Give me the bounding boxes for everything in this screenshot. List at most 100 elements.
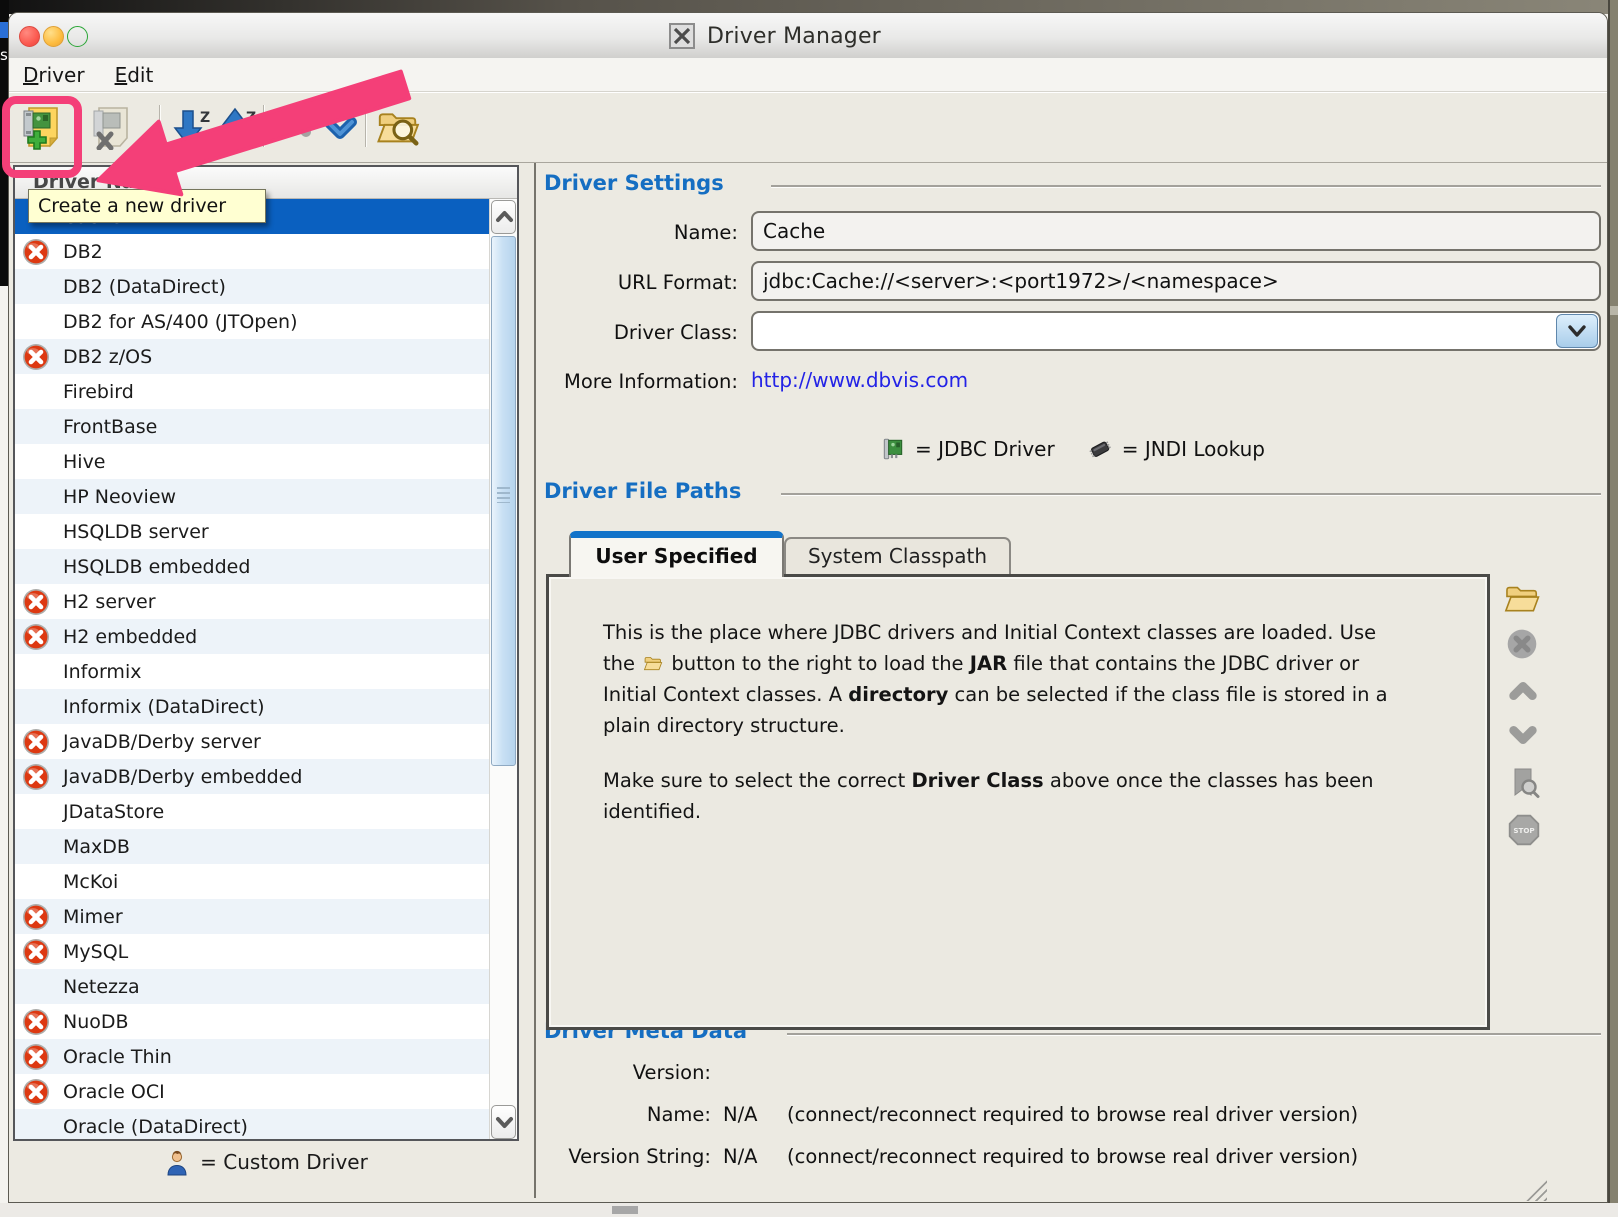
- name-field[interactable]: [751, 211, 1601, 251]
- driver-list-rows: CacheDB2DB2 (DataDirect)DB2 for AS/400 (…: [15, 199, 490, 1139]
- driver-name-label: JavaDB/Derby embedded: [63, 766, 303, 788]
- jndi-lookup-icon: [1087, 436, 1113, 462]
- driver-list-item[interactable]: Firebird: [15, 374, 490, 409]
- menu-edit[interactable]: Edit: [109, 63, 160, 87]
- svg-text:Z: Z: [200, 110, 210, 126]
- resize-grip[interactable]: [1521, 1175, 1547, 1201]
- driver-list-item[interactable]: Hive: [15, 444, 490, 479]
- name-label: Name:: [488, 221, 738, 244]
- driver-list-item[interactable]: JavaDB/Derby embedded: [15, 759, 490, 794]
- driver-list-item[interactable]: HSQLDB embedded: [15, 549, 490, 584]
- tab-user-specified[interactable]: User Specified: [569, 531, 784, 577]
- driver-list-item[interactable]: Informix: [15, 654, 490, 689]
- driver-error-icon: [22, 343, 52, 371]
- background-scroll-notch: [1610, 306, 1618, 315]
- driver-name-label: MaxDB: [63, 836, 130, 858]
- driver-list-item[interactable]: FrontBase: [15, 409, 490, 444]
- driver-error-icon: [22, 1078, 52, 1106]
- driver-list-item[interactable]: NuoDB: [15, 1004, 490, 1039]
- zoom-window-button[interactable]: [67, 26, 88, 47]
- driver-name-label: Oracle Thin: [63, 1046, 172, 1068]
- scroll-thumb[interactable]: [491, 236, 516, 766]
- jdbc-legend-text: = JDBC Driver: [915, 437, 1055, 461]
- url-format-field[interactable]: [751, 261, 1601, 301]
- driver-list: Driver Name CacheDB2DB2 (DataDirect)DB2 …: [13, 165, 519, 1141]
- panel-divider[interactable]: [534, 163, 536, 1198]
- find-driver-files-button[interactable]: [375, 104, 421, 150]
- driver-name-label: JavaDB/Derby server: [63, 731, 261, 753]
- driver-list-item[interactable]: DB2 for AS/400 (JTOpen): [15, 304, 490, 339]
- x11-app-icon: [669, 23, 695, 49]
- driver-settings-header: Driver Settings: [544, 171, 724, 195]
- minimize-window-button[interactable]: [43, 26, 64, 47]
- jdbc-driver-icon: [880, 436, 906, 462]
- window-title: Driver Manager: [707, 24, 881, 49]
- driver-icon-slot: [22, 273, 52, 301]
- driver-meta-data-rule: [787, 1033, 1601, 1035]
- driver-error-icon: [22, 588, 52, 616]
- driver-list-item[interactable]: HP Neoview: [15, 479, 490, 514]
- svg-text:A: A: [246, 134, 257, 150]
- meta-name-note: (connect/reconnect required to browse re…: [787, 1103, 1358, 1126]
- driver-error-icon: [22, 1043, 52, 1071]
- remove-driver-button[interactable]: [87, 104, 133, 150]
- driver-list-item[interactable]: HSQLDB server: [15, 514, 490, 549]
- driver-list-item[interactable]: DB2 (DataDirect): [15, 269, 490, 304]
- driver-list-item[interactable]: Oracle (DataDirect): [15, 1109, 490, 1139]
- driver-name-label: H2 server: [63, 591, 156, 613]
- sort-descending-button[interactable]: Z: [167, 104, 213, 150]
- annotation-highlight-box: [2, 96, 82, 178]
- driver-list-item[interactable]: H2 server: [15, 584, 490, 619]
- driver-name-label: Informix: [63, 661, 141, 683]
- driver-list-item[interactable]: H2 embedded: [15, 619, 490, 654]
- driver-icon-slot: [22, 483, 52, 511]
- custom-driver-person-icon: [164, 1149, 190, 1176]
- driver-list-item[interactable]: DB2 z/OS: [15, 339, 490, 374]
- driver-error-icon: [22, 728, 52, 756]
- driver-list-item[interactable]: Informix (DataDirect): [15, 689, 490, 724]
- driver-list-item[interactable]: MaxDB: [15, 829, 490, 864]
- driver-list-item[interactable]: Oracle Thin: [15, 1039, 490, 1074]
- close-window-button[interactable]: [19, 26, 40, 47]
- driver-icon-slot: [22, 973, 52, 1001]
- driver-list-item[interactable]: Netezza: [15, 969, 490, 1004]
- move-up-button[interactable]: [271, 104, 317, 150]
- driver-class-field[interactable]: [751, 311, 1601, 351]
- driver-list-item[interactable]: JavaDB/Derby server: [15, 724, 490, 759]
- dbvis-link[interactable]: http://www.dbvis.com: [751, 368, 968, 392]
- driver-icon-slot: [22, 448, 52, 476]
- toolbar-separator: [365, 105, 367, 147]
- driver-name-label: Firebird: [63, 381, 134, 403]
- menu-driver[interactable]: Driver: [17, 63, 91, 87]
- driver-list-item[interactable]: DB2: [15, 234, 490, 269]
- driver-list-item[interactable]: Mimer: [15, 899, 490, 934]
- find-class-icon: [1505, 765, 1541, 801]
- file-paths-help-text-2: Make sure to select the correct Driver C…: [603, 765, 1413, 827]
- driver-list-item[interactable]: JDataStore: [15, 794, 490, 829]
- driver-name-label: HSQLDB server: [63, 521, 209, 543]
- driver-icon-slot: [22, 1113, 52, 1140]
- move-down-button[interactable]: [317, 104, 363, 150]
- driver-icon-slot: [22, 518, 52, 546]
- driver-icon-slot: [22, 378, 52, 406]
- background-bottom-strip: [0, 1203, 1618, 1217]
- sort-ascending-button[interactable]: Z A: [214, 104, 260, 150]
- find-driver-files-icon: [375, 104, 421, 150]
- driver-name-label: NuoDB: [63, 1011, 129, 1033]
- driver-list-item[interactable]: McKoi: [15, 864, 490, 899]
- version-label: Version:: [488, 1061, 711, 1084]
- background-fleck: [0, 22, 8, 38]
- toolbar: Z Z A: [9, 92, 1607, 163]
- svg-text:STOP: STOP: [1513, 826, 1534, 835]
- version-string-label: Version String:: [488, 1145, 711, 1168]
- open-file-button[interactable]: [1503, 579, 1541, 617]
- title-bar[interactable]: Driver Manager: [9, 13, 1607, 59]
- tab-system-classpath[interactable]: System Classpath: [784, 537, 1011, 577]
- move-path-down-button-disabled: [1505, 717, 1543, 755]
- driver-name-label: Oracle (DataDirect): [63, 1116, 248, 1138]
- driver-class-dropdown-button[interactable]: [1556, 314, 1598, 348]
- driver-list-item[interactable]: Oracle OCI: [15, 1074, 490, 1109]
- driver-list-item[interactable]: MySQL: [15, 934, 490, 969]
- driver-icon-slot: [22, 413, 52, 441]
- move-up-icon: [1505, 673, 1541, 709]
